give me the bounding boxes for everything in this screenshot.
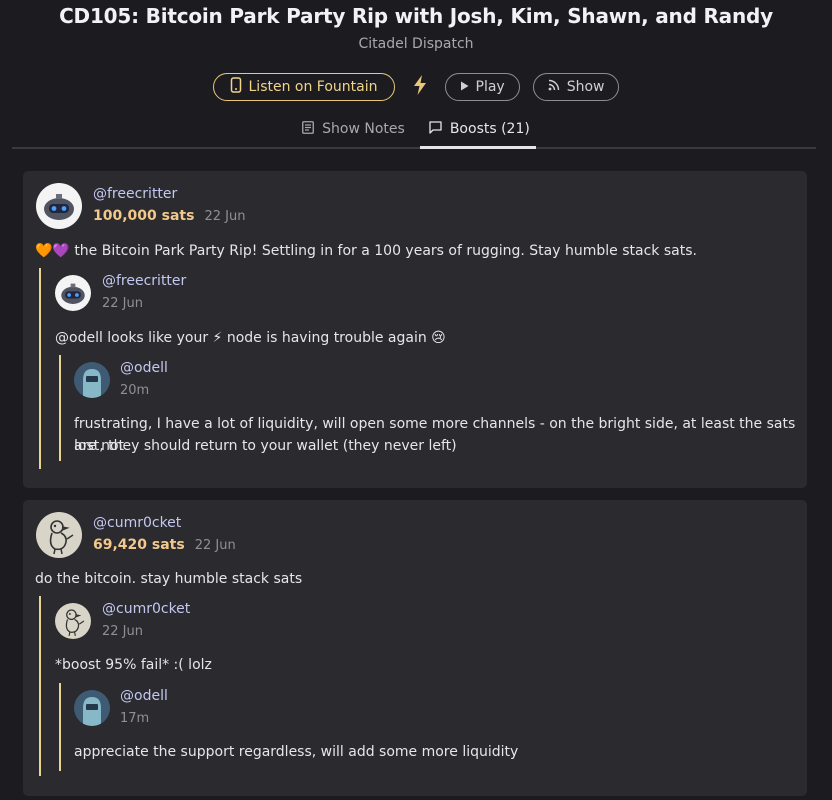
tab-divider (12, 147, 816, 149)
username[interactable]: @cumr0cket (93, 515, 181, 531)
reply-message: *boost 95% fail* :( lolz (55, 657, 212, 673)
robot-avatar-icon (55, 275, 91, 311)
rss-icon (548, 79, 560, 95)
reply-message: appreciate the support regardless, will … (74, 744, 519, 760)
reply-thread-bar (59, 355, 61, 461)
reply-meta: 22 Jun (102, 624, 143, 639)
tab-boosts[interactable]: Boosts (21) (417, 114, 542, 144)
duck-sketch-avatar-icon (55, 603, 91, 639)
avatar[interactable] (36, 183, 82, 229)
boost-bolt-button[interactable] (395, 73, 445, 101)
tab-show-notes[interactable]: Show Notes (290, 114, 417, 144)
episode-title: CD105: Bitcoin Park Party Rip with Josh,… (59, 4, 773, 28)
hooded-figure-avatar-icon (74, 690, 110, 726)
show-label: Show (566, 79, 605, 95)
boost-message: 🧡💜 the Bitcoin Park Party Rip! Settling … (35, 243, 697, 259)
play-button[interactable]: Play (444, 73, 520, 101)
chat-bubble-icon (429, 120, 442, 138)
sats-amount: 100,000 sats (93, 208, 195, 224)
hooded-figure-avatar-icon (74, 362, 110, 398)
show-button[interactable]: Show (532, 73, 620, 101)
avatar[interactable] (55, 275, 91, 311)
document-icon (302, 120, 315, 138)
boost-meta: 69,420 sats 22 Jun (93, 537, 236, 553)
reply-date: 17m (120, 711, 150, 726)
username[interactable]: @freecritter (93, 186, 177, 202)
boost-meta: 100,000 sats 22 Jun (93, 208, 245, 224)
avatar[interactable] (36, 512, 82, 558)
sats-amount: 69,420 sats (93, 537, 185, 553)
podcast-name[interactable]: Citadel Dispatch (0, 36, 832, 52)
reply-date: 20m (120, 383, 150, 398)
reply-username[interactable]: @odell (120, 360, 168, 376)
reply-thread-bar (39, 268, 41, 469)
listen-on-fountain-label: Listen on Fountain (248, 79, 378, 95)
reply-message-line-2: lost, they should return to your wallet … (74, 438, 457, 454)
reply-date: 22 Jun (102, 296, 143, 311)
avatar[interactable] (74, 690, 110, 726)
reply-meta: 20m (120, 383, 149, 398)
boost-date: 22 Jun (204, 209, 246, 224)
avatar[interactable] (55, 603, 91, 639)
boost-card: @freecritter 100,000 sats 22 Jun 🧡💜 the … (23, 171, 807, 488)
boost-card: @cumr0cket 69,420 sats 22 Jun do the bit… (23, 500, 807, 796)
reply-username[interactable]: @odell (120, 688, 168, 704)
avatar[interactable] (74, 362, 110, 398)
reply-meta: 17m (120, 711, 149, 726)
boost-date: 22 Jun (194, 538, 236, 553)
reply-thread-bar (59, 683, 61, 771)
robot-avatar-icon (36, 183, 82, 229)
play-icon (460, 79, 469, 95)
phone-icon (230, 77, 242, 97)
reply-message: @odell looks like your ⚡ node is having … (55, 330, 446, 346)
action-bar: Listen on Fountain Play Show (0, 73, 832, 101)
boost-message: do the bitcoin. stay humble stack sats (35, 571, 303, 587)
play-label: Play (475, 79, 505, 95)
active-tab-indicator (420, 146, 536, 149)
listen-on-fountain-button[interactable]: Listen on Fountain (212, 73, 395, 101)
reply-username[interactable]: @cumr0cket (102, 601, 190, 617)
reply-username[interactable]: @freecritter (102, 273, 186, 289)
reply-thread-bar (39, 596, 41, 776)
reply-date: 22 Jun (102, 624, 143, 639)
reply-meta: 22 Jun (102, 296, 143, 311)
tab-boosts-label: Boosts (21) (449, 121, 530, 137)
duck-sketch-avatar-icon (36, 512, 82, 558)
lightning-icon (413, 74, 427, 100)
tab-bar: Show Notes Boosts (21) (0, 114, 832, 144)
tab-show-notes-label: Show Notes (322, 121, 405, 137)
